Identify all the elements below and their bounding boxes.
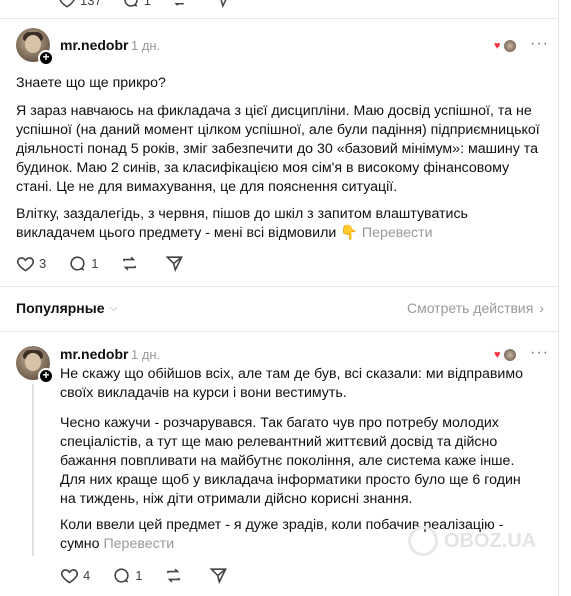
view-activity-link[interactable]: Смотреть действия › — [407, 300, 544, 316]
share-button[interactable] — [209, 566, 232, 585]
translate-link[interactable]: Перевести — [362, 225, 433, 241]
mini-avatar — [503, 348, 517, 362]
divider — [0, 286, 558, 287]
share-button[interactable] — [213, 0, 235, 9]
send-icon — [209, 568, 228, 585]
post-paragraph: Не скажу що обійшов всіх, але там де був… — [60, 366, 523, 401]
view-activity-label: Смотреть действия — [406, 300, 534, 316]
thread-view: 137 1 + mr.nedobr 1 дн. ♥ ··· Знаете що … — [0, 0, 559, 596]
comment-icon — [114, 568, 129, 583]
repost-icon — [167, 568, 181, 583]
reply-count: 1 — [143, 0, 151, 8]
send-icon — [220, 0, 227, 9]
reply-button[interactable]: 1 — [68, 254, 98, 273]
follow-plus-icon[interactable]: + — [38, 368, 54, 384]
repost-button[interactable] — [171, 0, 193, 9]
post-time[interactable]: 1 дн. — [131, 38, 160, 53]
reply-count: 1 — [91, 256, 99, 271]
previous-post-actions: 137 1 — [58, 0, 255, 9]
repost-icon — [123, 256, 137, 271]
post-time[interactable]: 1 дн. — [131, 347, 160, 362]
send-icon — [165, 256, 184, 273]
repost-icon — [174, 3, 184, 6]
username[interactable]: mr.nedobr — [60, 37, 128, 53]
reaction-preview[interactable]: ♥ — [494, 348, 517, 362]
comment-icon — [124, 0, 138, 7]
like-button[interactable]: 4 — [60, 566, 90, 585]
share-button[interactable] — [165, 254, 188, 273]
chevron-right-icon: › — [539, 300, 544, 316]
post-paragraph: Чесно кажучи - розчарувався. Так багато … — [60, 415, 521, 507]
translate-link[interactable]: Перевести — [103, 536, 174, 552]
reply-button[interactable]: 1 — [112, 566, 142, 585]
avatar-face — [25, 353, 41, 371]
heart-icon — [60, 569, 79, 584]
sort-label: Популярные — [16, 300, 105, 316]
avatar[interactable]: + — [16, 28, 54, 66]
divider — [0, 18, 558, 19]
username[interactable]: mr.nedobr — [60, 346, 128, 362]
thread-line — [32, 384, 34, 556]
avatar[interactable]: + — [16, 346, 54, 384]
sort-dropdown[interactable]: Популярные ⌵ — [16, 300, 118, 316]
post-paragraph: Знаете що ще прикро? — [16, 75, 166, 91]
repost-button[interactable] — [164, 566, 187, 585]
more-options-icon[interactable]: ··· — [530, 344, 549, 362]
mini-avatar — [503, 39, 517, 53]
post-paragraph: Я зараз навчаюсь на фикладача з цієї дис… — [16, 103, 540, 195]
reply-count: 1 — [135, 568, 143, 583]
like-button[interactable]: 3 — [16, 254, 46, 273]
follow-plus-icon[interactable]: + — [38, 50, 54, 66]
post-actions: 3 1 — [16, 254, 210, 273]
avatar-face — [25, 35, 41, 53]
like-count: 3 — [39, 256, 47, 271]
heart-icon — [59, 0, 75, 8]
reaction-preview[interactable]: ♥ — [494, 39, 517, 53]
watermark-logo-icon — [408, 526, 438, 556]
more-options-icon[interactable]: ··· — [530, 35, 549, 53]
post-paragraph-last: Влітку, заздалегідь, з червня, пішов до … — [16, 205, 546, 243]
heart-icon — [16, 257, 35, 272]
chevron-down-icon: ⌵ — [109, 301, 118, 314]
watermark: OBOZ.UA — [408, 526, 536, 556]
divider — [0, 331, 558, 332]
watermark-text: OBOZ.UA — [444, 529, 537, 552]
comment-icon — [70, 256, 85, 271]
like-button[interactable]: 137 — [58, 0, 102, 9]
post-actions: 4 1 — [60, 566, 254, 585]
reply-button[interactable]: 1 — [122, 0, 151, 9]
repost-button[interactable] — [120, 254, 143, 273]
like-count: 137 — [80, 0, 102, 8]
like-count: 4 — [83, 568, 91, 583]
